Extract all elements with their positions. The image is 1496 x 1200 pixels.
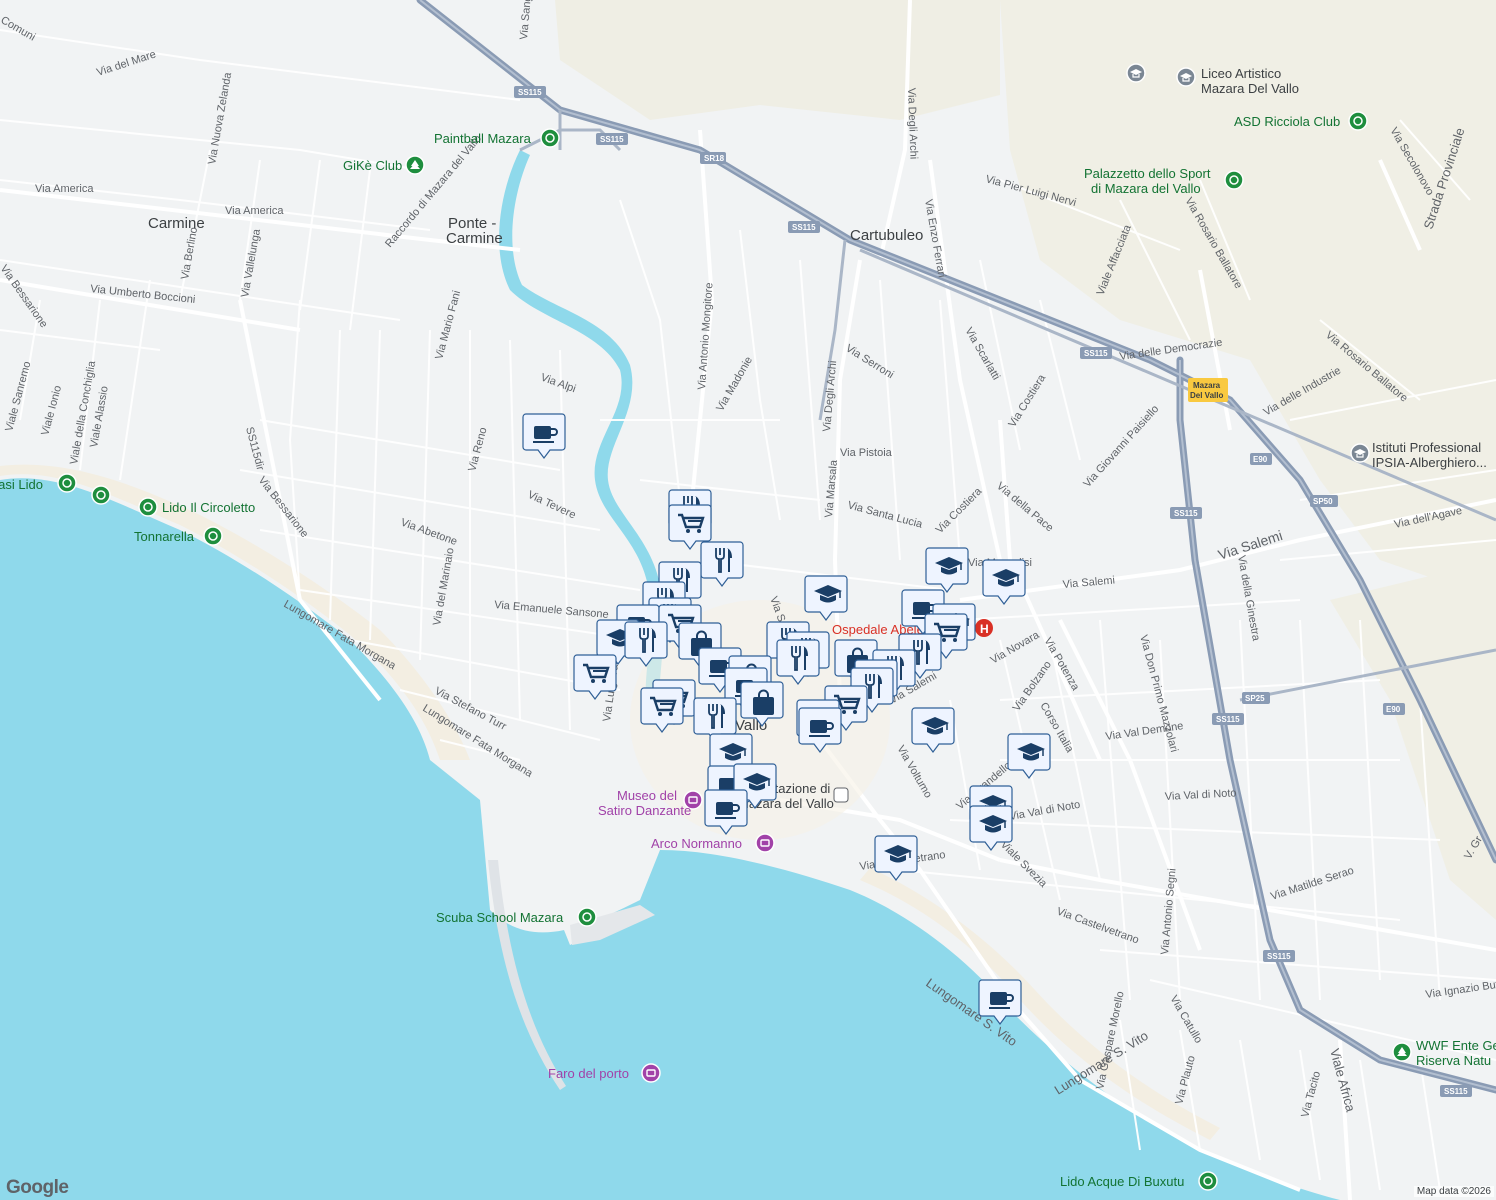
poi-istituti[interactable]: Istituti ProfessionalIPSIA-Alberghiero..… <box>1350 440 1487 470</box>
street-label: Via America <box>35 183 94 195</box>
map-attribution[interactable]: Map data ©2026 <box>1413 1186 1494 1197</box>
svg-text:SP25: SP25 <box>1245 694 1265 703</box>
svg-text:ASD Ricciola Club: ASD Ricciola Club <box>1234 114 1340 129</box>
svg-text:H: H <box>980 622 989 636</box>
street-label: Via Degli Archi <box>905 88 919 160</box>
svg-text:SR18: SR18 <box>704 154 725 163</box>
poi-gike[interactable]: GiKè Club <box>343 155 425 175</box>
svg-text:SS115: SS115 <box>792 223 816 232</box>
svg-text:Palazzetto dello Sport: Palazzetto dello Sport <box>1084 166 1211 181</box>
svg-text:E90: E90 <box>1386 705 1401 714</box>
svg-text:Istituti Professional: Istituti Professional <box>1372 440 1481 455</box>
area-label: Cartubuleo <box>850 227 923 244</box>
svg-text:Lido Acque Di Buxutu: Lido Acque Di Buxutu <box>1060 1174 1184 1189</box>
svg-text:Mazara Del Vallo: Mazara Del Vallo <box>1201 81 1299 96</box>
svg-text:Mazara: Mazara <box>1193 381 1221 390</box>
svg-text:SS115: SS115 <box>1267 952 1291 961</box>
street-label: Via Pistoia <box>840 447 893 459</box>
street-label: Via America <box>225 205 284 217</box>
svg-text:Satiro Danzante: Satiro Danzante <box>598 803 691 818</box>
svg-text:Paintball Mazara: Paintball Mazara <box>434 131 532 146</box>
svg-text:E90: E90 <box>1253 455 1268 464</box>
svg-text:SS115: SS115 <box>1174 509 1198 518</box>
poi-oasi[interactable]: Oasi Lido <box>0 473 77 493</box>
svg-text:Riserva Natu: Riserva Natu <box>1416 1053 1491 1068</box>
poi-tonnarella[interactable]: Tonnarella <box>134 526 223 546</box>
svg-text:SS115: SS115 <box>600 135 624 144</box>
map-canvas[interactable]: Comuni Via del Mare Via Nuova Zelanda Vi… <box>0 0 1496 1200</box>
area-label: Carmine <box>446 230 503 247</box>
svg-text:Lido Il Circoletto: Lido Il Circoletto <box>162 500 255 515</box>
svg-text:Museo del: Museo del <box>617 788 677 803</box>
svg-text:Oasi Lido: Oasi Lido <box>0 477 43 492</box>
google-logo: Google <box>6 1177 69 1198</box>
area-label: Carmine <box>148 215 205 232</box>
svg-text:WWF Ente Ge: WWF Ente Ge <box>1416 1038 1496 1053</box>
svg-text:Scuba School Mazara: Scuba School Mazara <box>436 910 564 925</box>
svg-text:IPSIA-Alberghiero...: IPSIA-Alberghiero... <box>1372 455 1487 470</box>
svg-text:Tonnarella: Tonnarella <box>134 529 195 544</box>
svg-text:SS115: SS115 <box>1216 715 1240 724</box>
svg-text:SS115: SS115 <box>1444 1087 1468 1096</box>
svg-text:GiKè Club: GiKè Club <box>343 158 402 173</box>
svg-text:SS115: SS115 <box>518 88 542 97</box>
svg-text:SP50: SP50 <box>1313 497 1333 506</box>
svg-text:Del Vallo: Del Vallo <box>1190 391 1223 400</box>
svg-text:di Mazara del Vallo: di Mazara del Vallo <box>1091 181 1201 196</box>
svg-text:Arco Normanno: Arco Normanno <box>651 836 742 851</box>
svg-text:Faro del porto: Faro del porto <box>548 1066 629 1081</box>
svg-text:Liceo Artistico: Liceo Artistico <box>1201 66 1281 81</box>
svg-text:SS115: SS115 <box>1084 349 1108 358</box>
